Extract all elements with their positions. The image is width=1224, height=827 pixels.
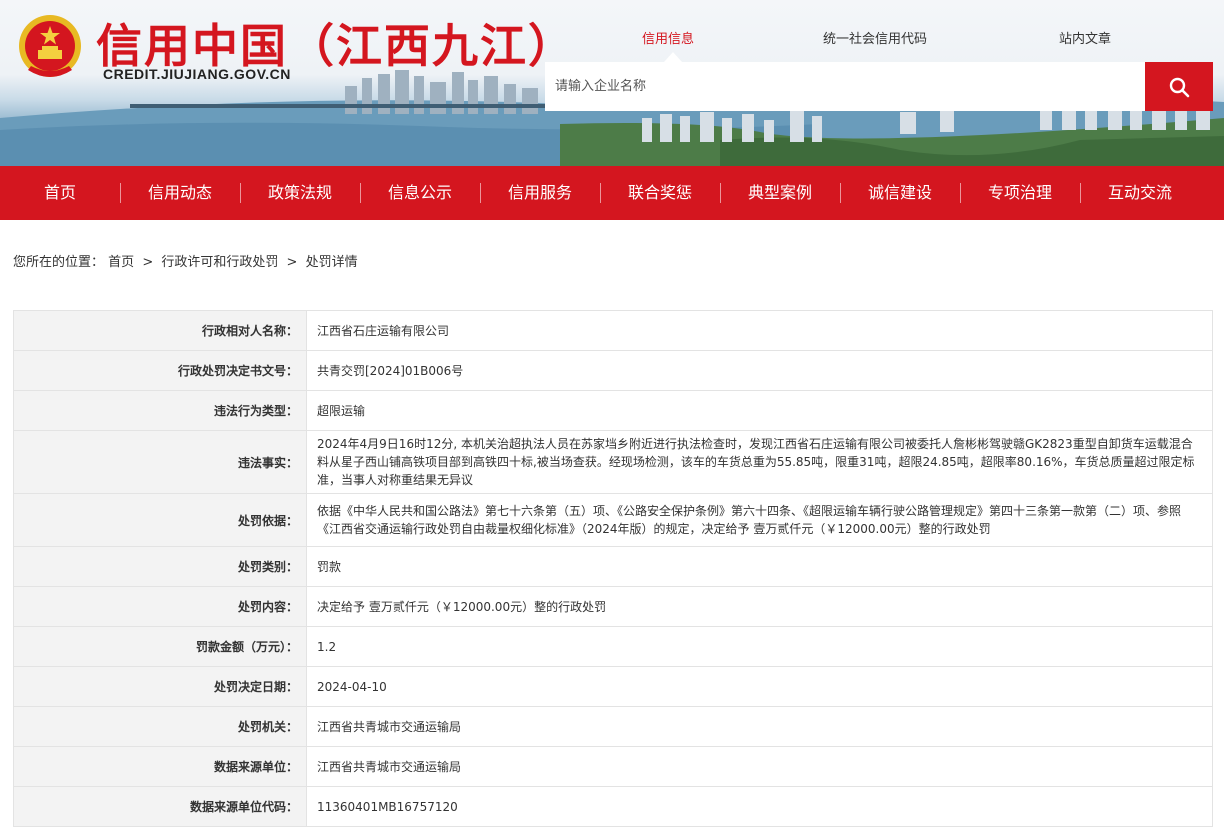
breadcrumb-prefix: 您所在的位置：	[13, 255, 105, 270]
row-value: 江西省石庄运输有限公司	[306, 310, 1213, 351]
row-label: 违法事实：	[13, 430, 307, 494]
row-value: 2024年4月9日16时12分, 本机关治超执法人员在苏家垱乡附近进行执法检查时…	[306, 430, 1213, 494]
nav-item-special-governance[interactable]: 专项治理	[960, 166, 1080, 220]
row-label: 处罚依据：	[13, 493, 307, 547]
breadcrumb-current: 处罚详情	[305, 255, 358, 270]
breadcrumb-home-link[interactable]: 首页	[108, 255, 134, 270]
table-row: 数据来源单位： 江西省共青城市交通运输局	[13, 746, 1213, 787]
row-label: 罚款金额（万元）：	[13, 626, 307, 667]
nav-item-integrity-building[interactable]: 诚信建设	[840, 166, 960, 220]
row-label: 处罚内容：	[13, 586, 307, 627]
site-domain: CREDIT.JIUJIANG.GOV.CN	[103, 66, 291, 82]
row-value: 共青交罚[2024]01B006号	[306, 350, 1213, 391]
nav-item-rewards-penalties[interactable]: 联合奖惩	[600, 166, 720, 220]
nav-item-typical-cases[interactable]: 典型案例	[720, 166, 840, 220]
penalty-detail-table: 行政相对人名称： 江西省石庄运输有限公司 行政处罚决定书文号： 共青交罚[202…	[13, 310, 1213, 827]
row-value: 决定给予 壹万贰仟元（￥12000.00元）整的行政处罚	[306, 586, 1213, 627]
national-emblem-icon	[19, 15, 81, 77]
search-input[interactable]	[545, 62, 1145, 111]
row-label: 处罚类别：	[13, 546, 307, 587]
row-label: 数据来源单位代码：	[13, 786, 307, 827]
nav-item-policies[interactable]: 政策法规	[240, 166, 360, 220]
row-label: 处罚决定日期：	[13, 666, 307, 707]
row-label: 行政相对人名称：	[13, 310, 307, 351]
nav-item-credit-news[interactable]: 信用动态	[120, 166, 240, 220]
nav-item-interaction[interactable]: 互动交流	[1080, 166, 1200, 220]
nav-item-info-disclosure[interactable]: 信息公示	[360, 166, 480, 220]
search-icon	[1169, 77, 1190, 97]
row-value: 超限运输	[306, 390, 1213, 431]
row-value: 依据《中华人民共和国公路法》第七十六条第（五）项、《公路安全保护条例》第六十四条…	[306, 493, 1213, 547]
search-button[interactable]	[1145, 62, 1213, 111]
table-row: 数据来源单位代码： 11360401MB16757120	[13, 786, 1213, 827]
table-row: 违法行为类型： 超限运输	[13, 390, 1213, 431]
row-value: 罚款	[306, 546, 1213, 587]
search-tabs: 信用信息 统一社会信用代码 站内文章	[545, 28, 1213, 62]
site-header: 信用中国（江西九江） CREDIT.JIUJIANG.GOV.CN 信用信息 统…	[0, 0, 1224, 166]
breadcrumb-permits-penalties-link[interactable]: 行政许可和行政处罚	[161, 255, 278, 270]
row-label: 处罚机关：	[13, 706, 307, 747]
search-tab-credit-code[interactable]: 统一社会信用代码	[823, 28, 927, 47]
table-row: 处罚决定日期： 2024-04-10	[13, 666, 1213, 707]
breadcrumb-separator: >	[286, 255, 298, 270]
table-row: 罚款金额（万元）： 1.2	[13, 626, 1213, 667]
search-tab-site-articles[interactable]: 站内文章	[1059, 28, 1111, 47]
main-nav: 首页 信用动态 政策法规 信息公示 信用服务 联合奖惩 典型案例 诚信建设 专项…	[0, 166, 1224, 220]
table-row: 处罚机关： 江西省共青城市交通运输局	[13, 706, 1213, 747]
row-label: 数据来源单位：	[13, 746, 307, 787]
table-row: 行政处罚决定书文号： 共青交罚[2024]01B006号	[13, 350, 1213, 391]
breadcrumb-separator: >	[142, 255, 154, 270]
table-row: 处罚内容： 决定给予 壹万贰仟元（￥12000.00元）整的行政处罚	[13, 586, 1213, 627]
row-value: 2024-04-10	[306, 666, 1213, 707]
table-row: 行政相对人名称： 江西省石庄运输有限公司	[13, 310, 1213, 351]
row-label: 行政处罚决定书文号：	[13, 350, 307, 391]
table-row: 违法事实： 2024年4月9日16时12分, 本机关治超执法人员在苏家垱乡附近进…	[13, 430, 1213, 494]
nav-item-home[interactable]: 首页	[0, 166, 120, 220]
row-value: 1.2	[306, 626, 1213, 667]
table-row: 处罚类别： 罚款	[13, 546, 1213, 587]
table-row: 处罚依据： 依据《中华人民共和国公路法》第七十六条第（五）项、《公路安全保护条例…	[13, 493, 1213, 547]
row-label: 违法行为类型：	[13, 390, 307, 431]
active-tab-caret	[664, 52, 682, 62]
row-value: 江西省共青城市交通运输局	[306, 706, 1213, 747]
row-value: 11360401MB16757120	[306, 786, 1213, 827]
breadcrumb: 您所在的位置： 首页 > 行政许可和行政处罚 > 处罚详情	[13, 251, 358, 270]
row-value: 江西省共青城市交通运输局	[306, 746, 1213, 787]
search-tab-credit-info[interactable]: 信用信息	[642, 28, 694, 47]
nav-item-credit-services[interactable]: 信用服务	[480, 166, 600, 220]
